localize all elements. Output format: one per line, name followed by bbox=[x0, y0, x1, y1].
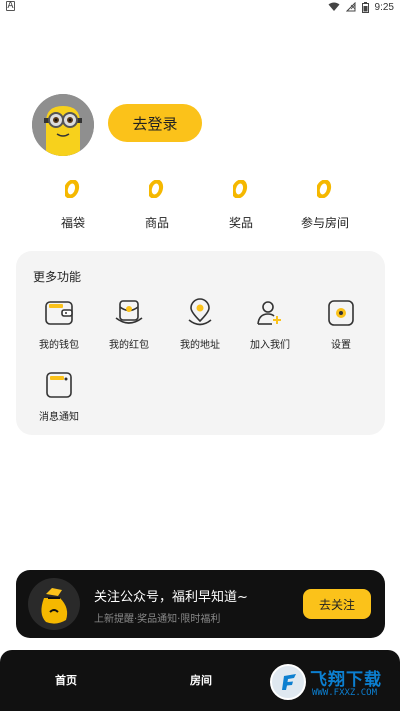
func-label: 加入我们 bbox=[250, 340, 290, 351]
func-label: 我的地址 bbox=[180, 340, 220, 351]
func-join-us[interactable]: 加入我们 bbox=[235, 298, 305, 351]
more-functions-title: 更多功能 bbox=[33, 270, 82, 284]
wifi-icon bbox=[328, 2, 340, 11]
status-badge: A bbox=[6, 1, 15, 11]
status-time: 9:25 bbox=[374, 1, 394, 13]
add-user-icon bbox=[257, 301, 281, 325]
watermark-text: 飞翔下载 bbox=[310, 670, 382, 690]
stat-label: 奖品 bbox=[228, 216, 253, 230]
func-label: 设置 bbox=[331, 340, 351, 351]
watermark-url: WWW.FXXZ.COM bbox=[312, 688, 378, 698]
stats-row: 福袋 商品 奖品 参与房间 bbox=[0, 180, 400, 231]
func-notifications[interactable]: 消息通知 bbox=[24, 370, 94, 423]
more-functions-card: 更多功能 我的钱包 我的红包 我的地址 加入我们 设置 消息通知 bbox=[16, 251, 385, 435]
signal-off-icon bbox=[345, 2, 356, 12]
stat-prizes[interactable]: 奖品 bbox=[199, 180, 283, 231]
wallet-icon bbox=[45, 301, 73, 325]
stat-lucky-bag[interactable]: 福袋 bbox=[31, 180, 115, 231]
stat-value-zero bbox=[149, 180, 164, 198]
tab-home[interactable]: 首页 bbox=[55, 672, 77, 688]
stat-label: 商品 bbox=[144, 216, 169, 230]
stat-joined-rooms[interactable]: 参与房间 bbox=[283, 180, 367, 231]
func-label: 我的钱包 bbox=[39, 340, 79, 351]
follow-banner[interactable]: 关注公众号，福利早知道~ 上新提醒·奖品通知·限时福利 去关注 bbox=[16, 570, 385, 638]
minion-avatar-icon bbox=[32, 94, 94, 156]
stat-label: 参与房间 bbox=[300, 216, 349, 230]
watermark-logo-icon bbox=[270, 664, 306, 700]
tab-room[interactable]: 房间 bbox=[190, 672, 212, 688]
settings-icon bbox=[328, 300, 354, 326]
follow-button[interactable]: 去关注 bbox=[303, 589, 371, 619]
func-label: 消息通知 bbox=[39, 412, 79, 423]
stat-value-zero bbox=[233, 180, 248, 198]
lucky-bag-icon bbox=[41, 588, 68, 624]
notification-icon bbox=[46, 372, 72, 398]
func-my-red-packet[interactable]: 我的红包 bbox=[94, 298, 164, 351]
follow-title: 关注公众号，福利早知道~ bbox=[94, 590, 248, 605]
status-bar: A 9:25 bbox=[0, 0, 400, 14]
stat-value-zero bbox=[65, 180, 80, 198]
status-icons: 9:25 bbox=[328, 0, 394, 14]
battery-icon bbox=[361, 1, 369, 13]
func-my-address[interactable]: 我的地址 bbox=[165, 298, 235, 351]
official-account-logo bbox=[28, 578, 80, 630]
stat-value-zero bbox=[317, 180, 332, 198]
func-settings[interactable]: 设置 bbox=[306, 298, 376, 351]
avatar[interactable] bbox=[32, 94, 94, 156]
func-my-wallet[interactable]: 我的钱包 bbox=[24, 298, 94, 351]
red-packet-icon bbox=[115, 300, 143, 324]
follow-subtitle: 上新提醒·奖品通知·限时福利 bbox=[94, 614, 221, 625]
watermark: 飞翔下载 WWW.FXXZ.COM bbox=[270, 664, 394, 704]
location-icon bbox=[188, 298, 212, 326]
stat-label: 福袋 bbox=[60, 216, 85, 230]
func-label: 我的红包 bbox=[109, 340, 149, 351]
stat-goods[interactable]: 商品 bbox=[115, 180, 199, 231]
login-button[interactable]: 去登录 bbox=[108, 104, 202, 142]
